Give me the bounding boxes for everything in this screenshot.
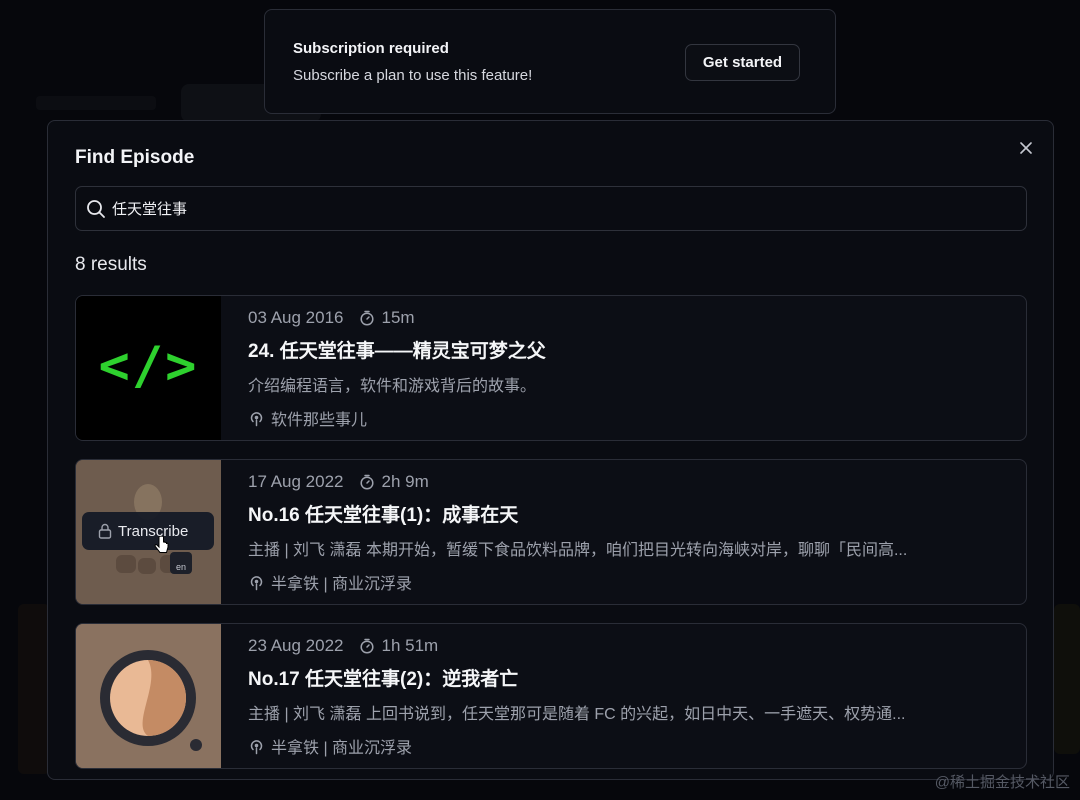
episode-title: 24. 任天堂往事——精灵宝可梦之父	[248, 341, 546, 362]
episode-thumbnail: </>	[76, 296, 221, 440]
episode-duration: 1h 51m	[381, 636, 439, 655]
episode-title: No.16 任天堂往事(1)：成事在天	[248, 505, 519, 526]
close-icon[interactable]	[1015, 137, 1037, 159]
episode-date: 17 Aug 2022	[248, 472, 344, 491]
search-box	[75, 186, 1027, 231]
podcast-name: 软件那些事儿	[248, 406, 367, 430]
hand-cursor-icon	[154, 535, 170, 561]
episode-card[interactable]: </> 03 Aug 2016 15m 24. 任天堂往事——精灵宝可梦之父 介…	[75, 295, 1027, 441]
podcast-name: 半拿铁 | 商业沉浮录	[248, 734, 412, 758]
search-icon	[86, 199, 106, 224]
episode-title: No.17 任天堂往事(2)：逆我者亡	[248, 669, 519, 690]
code-brackets-logo: </>	[98, 336, 199, 396]
episode-card[interactable]: 23 Aug 2022 1h 51m No.17 任天堂往事(2)：逆我者亡 主…	[75, 623, 1027, 769]
episode-meta: 03 Aug 2016 15m	[248, 308, 415, 328]
dialog-title: Find Episode	[75, 147, 195, 168]
episode-description: 主播 | 刘飞 潇磊 本期开始，暂缓下食品饮料品牌，咱们把目光转向海峡对岸，聊聊…	[248, 542, 908, 559]
podcast-icon	[250, 575, 263, 590]
search-input[interactable]	[112, 187, 1012, 230]
toast-title: Subscription required	[293, 40, 449, 57]
episode-meta: 17 Aug 2022 2h 9m	[248, 472, 429, 492]
results-count: 8 results	[75, 254, 147, 275]
episode-duration: 2h 9m	[381, 472, 429, 491]
stopwatch-icon	[360, 474, 375, 490]
toast-message: Subscribe a plan to use this feature!	[293, 67, 533, 84]
stopwatch-icon	[360, 638, 375, 654]
podcast-name: 半拿铁 | 商业沉浮录	[248, 570, 412, 594]
translate-badge: en	[170, 552, 192, 574]
translate-language: en	[175, 562, 186, 572]
subscription-toast: Subscription required Subscribe a plan t…	[264, 9, 836, 114]
podcast-icon	[250, 739, 263, 754]
episode-thumbnail	[76, 624, 221, 768]
episode-date: 03 Aug 2016	[248, 308, 344, 327]
episode-date: 23 Aug 2022	[248, 636, 344, 655]
episode-duration: 15m	[381, 308, 415, 327]
podcast-label: 软件那些事儿	[271, 412, 368, 429]
get-started-button[interactable]: Get started	[685, 44, 800, 81]
stopwatch-icon	[360, 310, 375, 326]
episode-meta: 23 Aug 2022 1h 51m	[248, 636, 438, 656]
transcribe-button[interactable]: Transcribe	[82, 512, 214, 550]
episode-card[interactable]: Transcribe en 17 Aug 2022 2h 9m No.16 任天…	[75, 459, 1027, 605]
podcast-label: 半拿铁 | 商业沉浮录	[271, 740, 413, 757]
podcast-label: 半拿铁 | 商业沉浮录	[271, 576, 413, 593]
episode-description: 主播 | 刘飞 潇磊 上回书说到，任天堂那可是随着 FC 的兴起，如日中天、一手…	[248, 706, 906, 723]
episode-thumbnail: Transcribe en	[76, 460, 221, 604]
podcast-icon	[250, 411, 263, 426]
find-episode-dialog: Find Episode 8 results </> 03 Aug 2016 1…	[47, 120, 1054, 780]
episode-description: 介绍编程语言，软件和游戏背后的故事。	[248, 378, 537, 395]
lock-icon	[98, 523, 112, 539]
podcast-cover-art	[76, 624, 221, 768]
watermark: @稀土掘金技术社区	[934, 774, 1070, 791]
